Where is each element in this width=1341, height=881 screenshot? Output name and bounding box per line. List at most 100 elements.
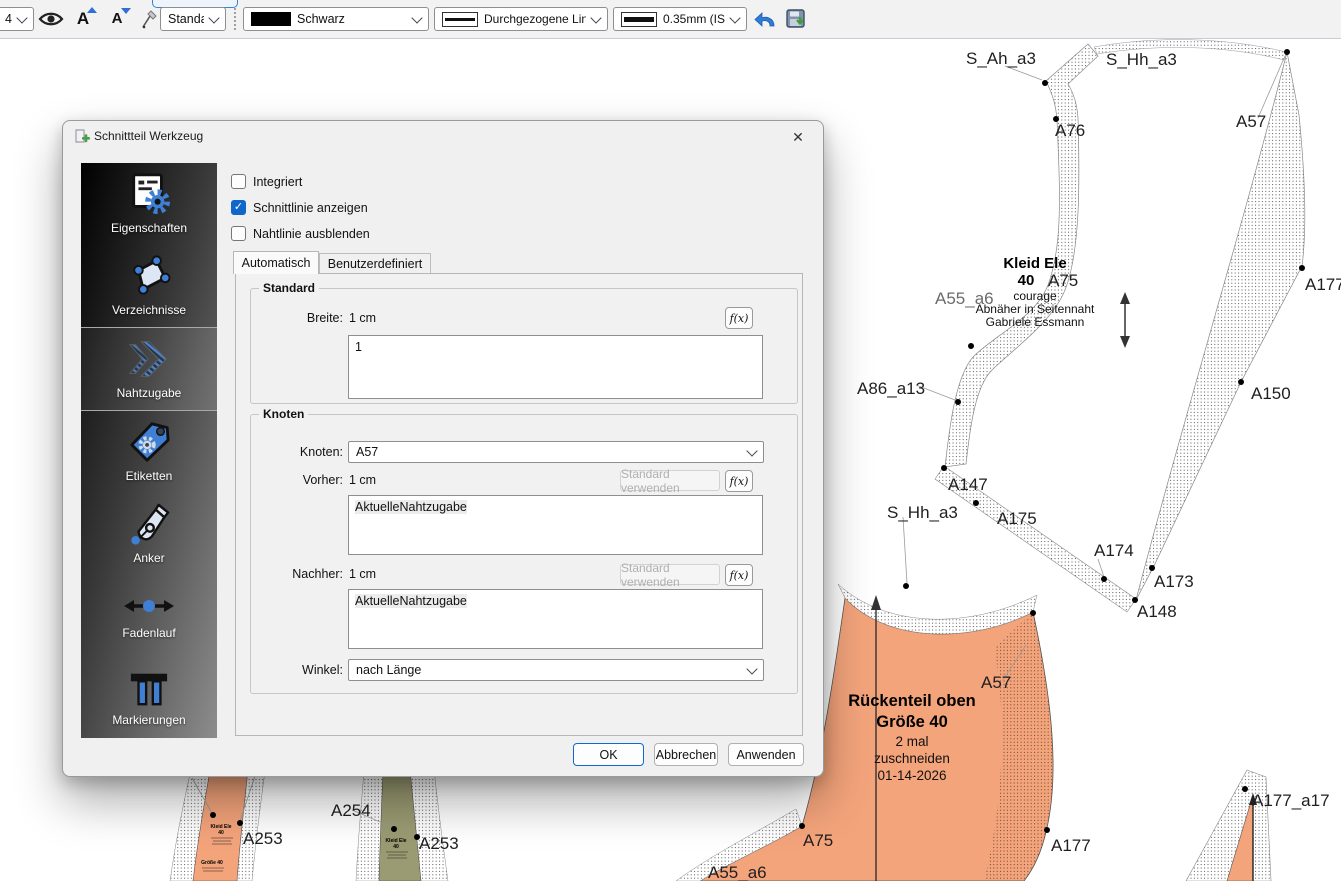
option-integriert[interactable]: ✓ Integriert — [231, 173, 302, 190]
pattern-node[interactable] — [1042, 80, 1048, 86]
cancel-button[interactable]: Abbrechen — [654, 743, 718, 766]
line-type-value: Durchgezogene Linie — [484, 12, 586, 26]
pattern-point-label: A173 — [1154, 572, 1194, 591]
pattern-node[interactable] — [237, 820, 243, 826]
formula-fx-button[interactable]: f(x) — [725, 470, 753, 492]
pattern-node[interactable] — [1030, 610, 1036, 616]
tab-label: Benutzerdefiniert — [328, 257, 423, 271]
sidebar-item-verzeichnisse[interactable]: Verzeichnisse — [81, 245, 217, 327]
dialog-titlebar[interactable]: Schnittteil Werkzeug ✕ — [63, 121, 823, 151]
option-schnittlinie-anzeigen[interactable]: ✓ Schnittlinie anzeigen — [231, 199, 368, 216]
line-type-select[interactable]: Durchgezogene Linie — [434, 7, 608, 31]
pattern-node[interactable] — [391, 826, 397, 832]
schnittteil-werkzeug-dialog: Schnittteil Werkzeug ✕ Eigenschaften — [62, 120, 824, 777]
sidebar-item-etiketten[interactable]: Etiketten — [81, 411, 217, 493]
sidebar-item-fadenlauf[interactable]: Fadenlauf — [81, 574, 217, 656]
pattern-node[interactable] — [968, 343, 974, 349]
close-icon[interactable]: ✕ — [789, 128, 807, 146]
sidebar-item-markierungen[interactable]: Markierungen — [81, 656, 217, 738]
pattern-point-label: A55_a6 — [935, 289, 994, 308]
svg-text:Kleid Ele: Kleid Ele — [1003, 255, 1066, 272]
sidebar-item-nahtzugabe[interactable]: Nahtzugabe — [81, 327, 217, 411]
pattern-piece-side-sliver[interactable] — [1136, 52, 1305, 600]
pattern-node[interactable] — [210, 812, 216, 818]
breite-value: 1 cm — [349, 311, 376, 325]
breite-label: Breite: — [251, 311, 343, 325]
sidebar-item-label: Verzeichnisse — [112, 303, 186, 317]
dialog-icon — [73, 128, 91, 145]
after-formula-input[interactable]: AktuelleNahtzugabe — [348, 589, 763, 649]
pattern-node[interactable] — [1149, 565, 1155, 571]
eye-icon — [38, 10, 64, 28]
zoom-value: 40 — [5, 12, 12, 26]
pattern-point-label: A86_a13 — [857, 379, 925, 398]
knoten-select[interactable]: A57 — [348, 441, 764, 463]
before-formula-input[interactable]: AktuelleNahtzugabe — [348, 495, 763, 555]
checkbox-icon[interactable]: ✓ — [231, 174, 246, 189]
visibility-toggle-button[interactable] — [36, 4, 66, 33]
strip-mini-size: 40 — [393, 844, 399, 850]
toolbar: 40 A A Standard Schwarz Durchgezogene — [0, 0, 1341, 39]
toolbar-drag-handle[interactable] — [234, 8, 239, 30]
chevron-down-icon — [746, 663, 757, 674]
seam-allowance-icon — [126, 337, 172, 381]
apply-button[interactable]: Anwenden — [728, 743, 804, 766]
pattern-point-label: A148 — [1137, 602, 1177, 621]
svg-text:Größe 40: Größe 40 — [876, 713, 948, 731]
pattern-node[interactable] — [1101, 576, 1107, 582]
save-button[interactable] — [781, 4, 811, 33]
knoten-value: A57 — [356, 445, 378, 459]
tab-automatisch[interactable]: Automatisch — [233, 251, 319, 274]
tab-benutzerdefiniert[interactable]: Benutzerdefiniert — [319, 253, 431, 274]
dialog-sidebar: Eigenschaften Verzeichnisse — [81, 163, 217, 738]
checkbox-icon[interactable]: ✓ — [231, 200, 246, 215]
pattern-node[interactable] — [414, 834, 420, 840]
line-weight-select[interactable]: 0.35mm (ISO) — [613, 7, 747, 31]
sidebar-item-eigenschaften[interactable]: Eigenschaften — [81, 163, 217, 245]
pattern-node[interactable] — [1053, 116, 1059, 122]
pattern-node[interactable] — [1242, 786, 1248, 792]
nachher-label: Nachher: — [251, 567, 343, 581]
sidebar-item-anker[interactable]: Anker — [81, 492, 217, 574]
ok-button[interactable]: OK — [573, 743, 644, 766]
pen-nib-icon — [126, 502, 172, 546]
pattern-point-label: A254 — [331, 801, 371, 820]
strip-mini-size2: Größe 40 — [201, 860, 223, 866]
pattern-point-label: A57 — [981, 673, 1011, 692]
pattern-point-label: A177 — [1305, 275, 1341, 294]
pattern-node[interactable] — [1132, 597, 1138, 603]
pattern-node[interactable] — [973, 500, 979, 506]
checkbox-icon[interactable]: ✓ — [231, 226, 246, 241]
width-formula-input[interactable]: 1 — [348, 335, 763, 399]
formula-fx-button[interactable]: f(x) — [725, 307, 753, 329]
option-nahtlinie-ausblenden[interactable]: ✓ Nahtlinie ausblenden — [231, 225, 370, 242]
style-select[interactable]: Standard — [160, 7, 226, 31]
zoom-select[interactable]: 40 — [0, 7, 34, 31]
pattern-piece-corner-triangle[interactable] — [1186, 770, 1271, 881]
chevron-down-icon — [729, 12, 740, 23]
increase-label-font-button[interactable]: A — [68, 4, 98, 33]
group-legend: Standard — [259, 281, 319, 295]
color-select[interactable]: Schwarz — [243, 7, 429, 31]
pattern-node[interactable] — [1299, 265, 1305, 271]
option-label: Integriert — [253, 175, 302, 189]
pattern-node[interactable] — [941, 465, 947, 471]
winkel-label: Winkel: — [251, 663, 343, 677]
pattern-node[interactable] — [903, 583, 909, 589]
pattern-node[interactable] — [955, 399, 961, 405]
pattern-point-label: A55_a6 — [708, 863, 767, 881]
decrease-label-font-button[interactable]: A — [102, 4, 132, 33]
line-type-icon — [442, 12, 478, 27]
save-icon — [786, 9, 806, 29]
pattern-node[interactable] — [799, 823, 805, 829]
formula-fx-button[interactable]: f(x) — [725, 564, 753, 586]
line-weight-icon — [621, 12, 657, 27]
undo-button[interactable] — [750, 4, 780, 33]
pattern-node[interactable] — [1044, 827, 1050, 833]
winkel-select[interactable]: nach Länge — [348, 659, 764, 681]
use-default-before-button[interactable]: Standard verwenden — [620, 470, 720, 491]
pattern-node[interactable] — [1238, 379, 1244, 385]
use-default-after-button[interactable]: Standard verwenden — [620, 564, 720, 585]
sidebar-item-label: Etiketten — [126, 469, 173, 483]
pattern-node[interactable] — [1284, 49, 1290, 55]
